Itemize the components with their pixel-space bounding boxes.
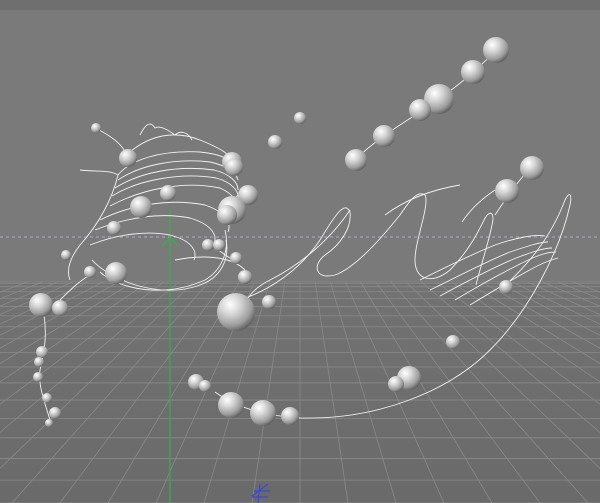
sphere[interactable] — [250, 400, 276, 426]
sphere[interactable] — [49, 407, 61, 419]
sphere[interactable] — [218, 392, 244, 418]
sphere[interactable] — [230, 252, 242, 264]
sphere[interactable] — [33, 372, 43, 382]
sphere[interactable] — [91, 123, 101, 133]
sphere[interactable] — [105, 262, 127, 284]
viewport-scene[interactable] — [0, 0, 600, 503]
sphere[interactable] — [217, 293, 255, 331]
sphere[interactable] — [483, 37, 509, 63]
sphere[interactable] — [238, 270, 252, 284]
sphere[interactable] — [294, 112, 306, 124]
sphere[interactable] — [45, 419, 53, 427]
sphere[interactable] — [520, 156, 544, 180]
sphere[interactable] — [446, 335, 460, 349]
sphere[interactable] — [388, 376, 404, 392]
sphere[interactable] — [130, 196, 152, 218]
sphere[interactable] — [499, 280, 513, 294]
sphere[interactable] — [160, 185, 176, 201]
viewport-background — [0, 0, 600, 284]
sphere[interactable] — [84, 266, 96, 278]
sphere[interactable] — [213, 239, 225, 251]
sphere[interactable] — [268, 135, 282, 149]
sphere[interactable] — [42, 393, 52, 403]
sphere[interactable] — [281, 407, 299, 425]
sphere[interactable] — [61, 250, 71, 260]
sphere[interactable] — [107, 221, 121, 235]
sphere[interactable] — [36, 346, 48, 358]
3d-viewport[interactable] — [0, 0, 600, 503]
sphere[interactable] — [373, 125, 395, 147]
sphere[interactable] — [217, 205, 237, 225]
sphere[interactable] — [225, 158, 243, 176]
sphere[interactable] — [119, 149, 137, 167]
sphere[interactable] — [495, 179, 519, 203]
sphere[interactable] — [29, 293, 53, 317]
sphere[interactable] — [461, 60, 485, 84]
top-band — [0, 0, 600, 10]
sphere[interactable] — [52, 300, 68, 316]
sphere[interactable] — [262, 295, 276, 309]
sphere[interactable] — [345, 149, 367, 171]
sphere[interactable] — [202, 239, 214, 251]
sphere[interactable] — [409, 99, 431, 121]
sphere[interactable] — [34, 357, 44, 367]
sphere[interactable] — [199, 380, 211, 392]
